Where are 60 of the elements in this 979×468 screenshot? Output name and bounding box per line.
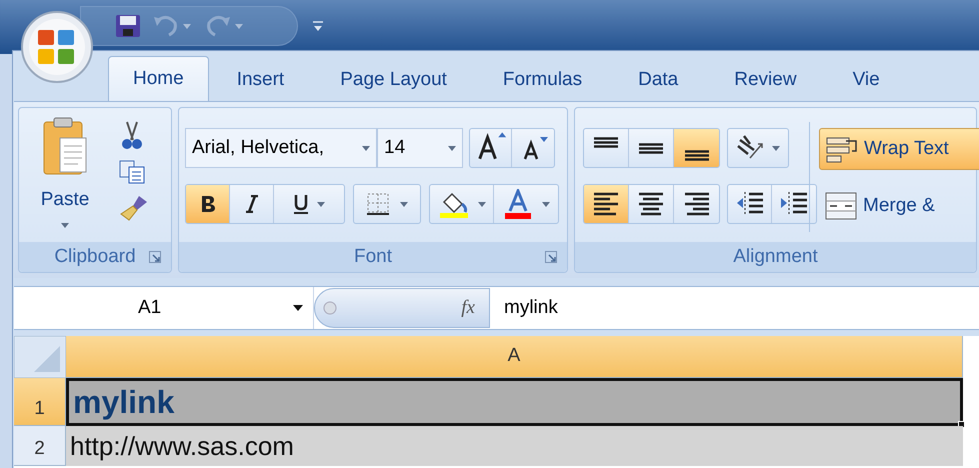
align-top-icon [592, 137, 620, 148]
merge-cells-icon [825, 192, 857, 220]
caret-icon [772, 146, 780, 150]
italic-icon [244, 195, 258, 213]
save-icon[interactable] [115, 14, 141, 38]
bold-button[interactable] [186, 185, 230, 223]
group-label: Font [354, 244, 392, 269]
scissors-icon [119, 120, 143, 150]
font-size-dropdown[interactable]: 14 [377, 128, 463, 168]
align-bottom-button[interactable] [674, 129, 719, 167]
orientation-button[interactable] [727, 128, 789, 168]
column-header[interactable]: A [66, 336, 963, 378]
caret-icon [400, 202, 408, 206]
formula-input[interactable]: mylink [490, 287, 979, 329]
ribbon-tab[interactable]: Vie [824, 58, 908, 102]
font-color-icon [502, 189, 534, 219]
group-label: Alignment [733, 244, 818, 269]
office-button[interactable] [20, 10, 94, 84]
ribbon-tab[interactable]: Formulas [474, 58, 610, 102]
customize-toolbar-icon[interactable] [312, 20, 324, 32]
insert-function-button[interactable]: fx [461, 294, 475, 322]
paste-button[interactable]: Paste [19, 108, 111, 242]
borders-icon [366, 192, 390, 216]
caret-icon [542, 202, 550, 206]
row-header[interactable]: 1 [14, 378, 66, 426]
align-left-icon [592, 191, 620, 217]
wrap-text-icon [826, 135, 858, 163]
align-center-icon [637, 191, 665, 217]
caret-icon [317, 202, 325, 206]
ribbon-tab[interactable]: Insert [208, 58, 312, 102]
table-cell[interactable]: http://www.sas.com [66, 426, 963, 466]
table-cell[interactable]: mylink [66, 378, 963, 426]
font-name-dropdown[interactable]: Arial, Helvetica, [185, 128, 377, 168]
paint-bucket-icon [438, 190, 470, 218]
borders-button[interactable] [353, 184, 421, 224]
align-middle-icon [637, 142, 665, 154]
ribbon-tab[interactable]: Page Layout [312, 58, 475, 102]
caret-icon [362, 146, 370, 150]
ribbon-tab[interactable]: Home [108, 56, 209, 102]
dialog-launcher-icon [545, 251, 557, 263]
row-header[interactable]: 2 [14, 426, 66, 466]
caret-icon [61, 222, 69, 228]
caret-icon [478, 202, 486, 206]
wrap-text-button[interactable]: Wrap Text [819, 128, 979, 170]
align-right-icon [682, 191, 710, 217]
name-box[interactable]: A1 [14, 287, 314, 329]
dialog-launcher-icon [149, 251, 161, 263]
merge-center-button[interactable]: Merge & [825, 188, 979, 224]
caret-icon [293, 305, 303, 311]
underline-icon [293, 194, 309, 214]
copy-icon [119, 160, 145, 184]
brush-icon [119, 194, 149, 222]
ribbon-tab[interactable]: Data [610, 58, 706, 102]
ribbon-tab[interactable]: Review [706, 58, 825, 102]
bold-icon [200, 195, 216, 213]
splitter-handle-icon [323, 301, 337, 315]
group-label: Clipboard [54, 244, 136, 269]
align-bottom-icon [682, 150, 710, 161]
align-left-button[interactable] [584, 185, 629, 223]
caret-icon [448, 146, 456, 150]
